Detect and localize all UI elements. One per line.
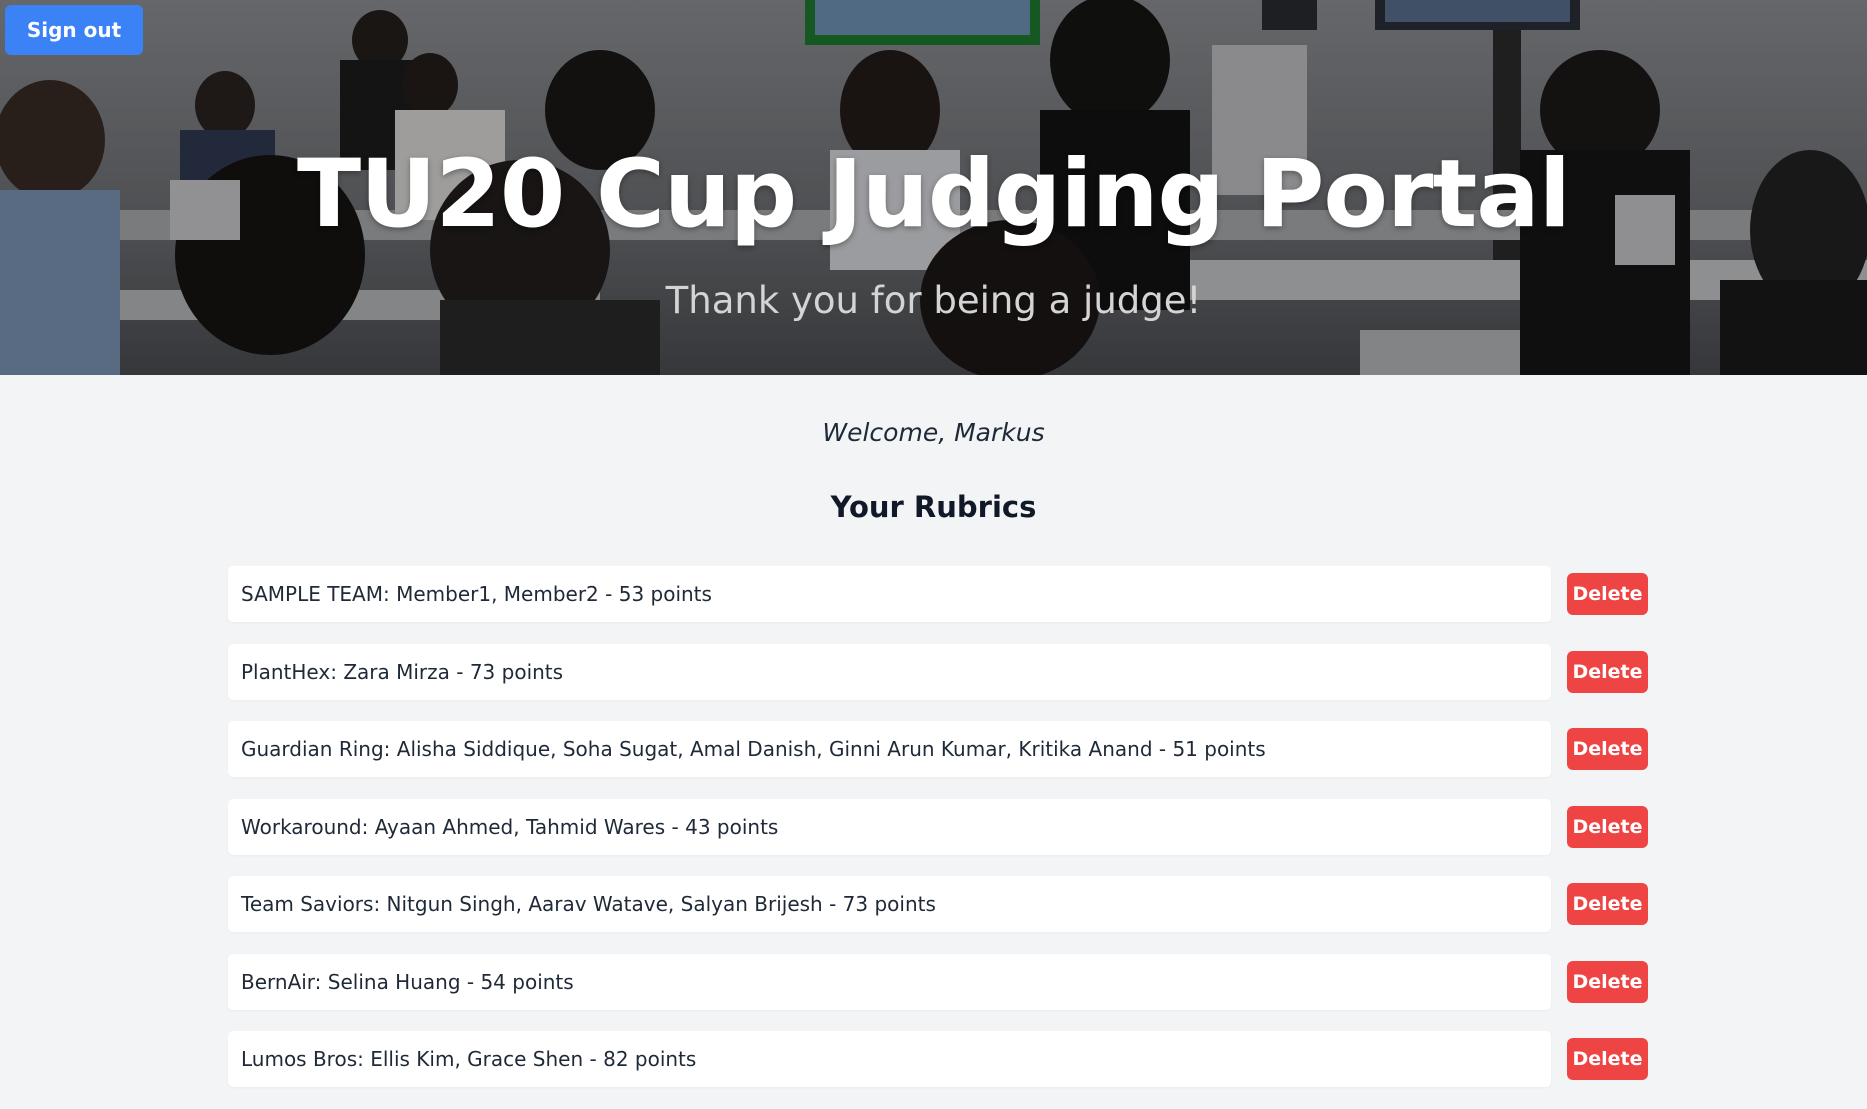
delete-button[interactable]: Delete <box>1567 650 1648 693</box>
rubric-list: SAMPLE TEAM: Member1, Member2 - 53 point… <box>228 566 1648 1109</box>
delete-button[interactable]: Delete <box>1567 960 1648 1003</box>
delete-button[interactable]: Delete <box>1567 805 1648 848</box>
delete-button[interactable]: Delete <box>1567 573 1648 615</box>
rubric-item[interactable]: PlantHex: Zara Mirza - 73 points <box>228 643 1551 700</box>
rubric-row: Workaround: Ayaan Ahmed, Tahmid Wares - … <box>228 798 1648 855</box>
rubric-item[interactable]: Lumos Bros: Ellis Kim, Grace Shen - 82 p… <box>228 1031 1551 1087</box>
rubric-item[interactable]: Team Saviors: Nitgun Singh, Aarav Watave… <box>228 876 1551 932</box>
page-subtitle: Thank you for being a judge! <box>665 279 1202 322</box>
page-title: TU20 Cup Judging Portal <box>297 140 1571 249</box>
delete-button[interactable]: Delete <box>1567 1038 1648 1080</box>
rubric-row: Guardian Ring: Alisha Siddique, Soha Sug… <box>228 721 1648 777</box>
rubric-item[interactable]: SAMPLE TEAM: Member1, Member2 - 53 point… <box>228 566 1551 622</box>
rubric-item[interactable]: BernAir: Selina Huang - 54 points <box>228 953 1551 1010</box>
rubric-item[interactable]: Guardian Ring: Alisha Siddique, Soha Sug… <box>228 721 1551 777</box>
rubric-row: Team Saviors: Nitgun Singh, Aarav Watave… <box>228 876 1648 932</box>
rubric-label: Guardian Ring: Alisha Siddique, Soha Sug… <box>241 737 1266 761</box>
rubric-item[interactable]: Workaround: Ayaan Ahmed, Tahmid Wares - … <box>228 798 1551 855</box>
rubric-row: Lumos Bros: Ellis Kim, Grace Shen - 82 p… <box>228 1031 1648 1087</box>
rubric-label: Lumos Bros: Ellis Kim, Grace Shen - 82 p… <box>241 1047 697 1071</box>
welcome-message: Welcome, Markus <box>822 418 1045 447</box>
rubric-label: Workaround: Ayaan Ahmed, Tahmid Wares - … <box>241 814 779 839</box>
rubric-row: PlantHex: Zara Mirza - 73 points Delete <box>228 643 1648 700</box>
rubric-row: BernAir: Selina Huang - 54 points Delete <box>228 953 1648 1010</box>
rubric-label: PlantHex: Zara Mirza - 73 points <box>241 659 564 684</box>
sign-out-button[interactable]: Sign out <box>5 5 143 55</box>
delete-button[interactable]: Delete <box>1567 883 1648 925</box>
rubric-label: BernAir: Selina Huang - 54 points <box>241 969 574 994</box>
rubric-row: SAMPLE TEAM: Member1, Member2 - 53 point… <box>228 566 1648 622</box>
hero-banner: Sign out TU20 Cup Judging Portal Thank y… <box>0 0 1867 375</box>
rubrics-heading: Your Rubrics <box>830 490 1037 524</box>
rubric-label: Team Saviors: Nitgun Singh, Aarav Watave… <box>241 892 936 916</box>
rubric-label: SAMPLE TEAM: Member1, Member2 - 53 point… <box>241 582 712 606</box>
delete-button[interactable]: Delete <box>1567 728 1648 770</box>
